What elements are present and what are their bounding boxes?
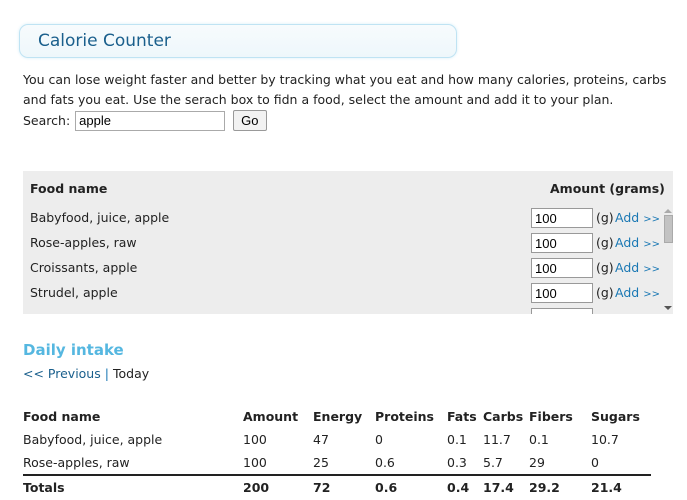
daily-intake-table: Food name Amount Energy Proteins Fats Carbs Fi… [23, 405, 651, 499]
result-row: Strudel, apple (g)Add >> [23, 283, 663, 308]
intake-cell: 0.1 [529, 432, 549, 447]
result-row: Rose-apples, raw (g)Add >> [23, 233, 663, 258]
add-arrow-icon: >> [643, 264, 660, 275]
results-header: Food name Amount (grams) [23, 171, 673, 203]
add-link[interactable]: Add >> [615, 235, 660, 250]
food-name: Croissants, apple [30, 260, 138, 275]
intake-header-cell: Food name [23, 409, 101, 424]
search-row: Search: Go [23, 110, 267, 131]
header-box: Calorie Counter [19, 24, 457, 58]
totals-cell: 21.4 [591, 474, 651, 499]
add-label: Add [615, 210, 640, 225]
intake-cell: 10.7 [591, 432, 619, 447]
intake-cell: 29 [529, 455, 545, 470]
scroll-up-arrow-icon[interactable] [664, 209, 672, 213]
intake-cell: 47 [313, 432, 329, 447]
intake-header-cell: Carbs [483, 409, 524, 424]
page-title: Calorie Counter [38, 31, 171, 51]
intake-cell: 0 [375, 432, 383, 447]
unit-label: (g) [596, 235, 614, 250]
column-header-food-name: Food name [30, 181, 108, 196]
add-link[interactable]: Add >> [615, 285, 660, 300]
add-link[interactable]: Add >> [615, 260, 660, 275]
add-label: Add [615, 235, 640, 250]
unit-label: (g) [596, 285, 614, 300]
results-scrollbar[interactable] [663, 207, 673, 314]
totals-cell: 29.2 [529, 474, 591, 499]
nav-separator: | [104, 366, 109, 381]
result-row: Babyfood, juice, apple (g)Add >> [23, 208, 663, 233]
intake-cell: Rose-apples, raw [23, 455, 130, 470]
amount-input[interactable] [531, 308, 593, 314]
amount-input[interactable] [531, 233, 593, 253]
totals-cell: 0.4 [447, 474, 483, 499]
totals-cell: 0.6 [375, 474, 447, 499]
scroll-down-arrow-icon[interactable] [664, 306, 672, 310]
food-name: Rose-apples, raw [30, 235, 137, 250]
result-row: Croissants, apple (g)Add >> [23, 258, 663, 283]
add-link[interactable]: Add >> [615, 210, 660, 225]
totals-cell: Totals [23, 474, 243, 499]
add-arrow-icon: >> [643, 239, 660, 250]
intake-header-cell: Energy [313, 409, 363, 424]
daily-intake-title: Daily intake [23, 341, 124, 359]
intake-row: Rose-apples, raw 100 25 0.6 0.3 5.7 29 0 [23, 451, 651, 474]
intake-cell: 0.3 [447, 455, 467, 470]
intake-cell: 0 [591, 455, 599, 470]
totals-cell: 17.4 [483, 474, 529, 499]
intake-cell: 0.6 [375, 455, 395, 470]
intro-text: You can lose weight faster and better by… [23, 72, 667, 107]
add-arrow-icon: >> [643, 289, 660, 300]
intake-header-cell: Fats [447, 409, 477, 424]
intake-cell: 25 [313, 455, 329, 470]
search-input[interactable] [75, 110, 226, 131]
intake-cell: Babyfood, juice, apple [23, 432, 163, 447]
add-label: Add [615, 285, 640, 300]
intake-header-cell: Amount [243, 409, 299, 424]
amount-input[interactable] [531, 258, 593, 278]
unit-label: (g) [596, 260, 614, 275]
scroll-thumb[interactable] [664, 215, 673, 243]
result-row [23, 308, 663, 314]
food-name: Strudel, apple [30, 285, 118, 300]
intake-cell: 100 [243, 432, 267, 447]
search-label: Search: [23, 113, 71, 128]
amount-input[interactable] [531, 208, 593, 228]
totals-cell: 72 [313, 474, 375, 499]
go-button[interactable]: Go [233, 110, 267, 131]
intake-header-cell: Fibers [529, 409, 573, 424]
totals-cell: 200 [243, 474, 313, 499]
intake-cell: 5.7 [483, 455, 503, 470]
intake-header-cell: Sugars [591, 409, 640, 424]
column-header-amount: Amount (grams) [550, 181, 665, 196]
intake-cell: 11.7 [483, 432, 511, 447]
intake-row: Babyfood, juice, apple 100 47 0 0.1 11.7 0.1 10… [23, 428, 651, 451]
food-name: Babyfood, juice, apple [30, 210, 170, 225]
intake-cell: 0.1 [447, 432, 467, 447]
previous-link[interactable]: << Previous [23, 366, 101, 381]
add-label: Add [615, 260, 640, 275]
intake-cell: 100 [243, 455, 267, 470]
search-results[interactable]: Food name Amount (grams) Babyfood, juice… [23, 171, 673, 314]
totals-row: Totals 200 72 0.6 0.4 17.4 29.2 21.4 [23, 474, 651, 499]
amount-input[interactable] [531, 283, 593, 303]
unit-label: (g) [596, 210, 614, 225]
intake-header-cell: Proteins [375, 409, 434, 424]
current-day: Today [112, 366, 150, 381]
daily-nav: << Previous | Today [23, 366, 149, 381]
add-arrow-icon: >> [643, 214, 660, 225]
